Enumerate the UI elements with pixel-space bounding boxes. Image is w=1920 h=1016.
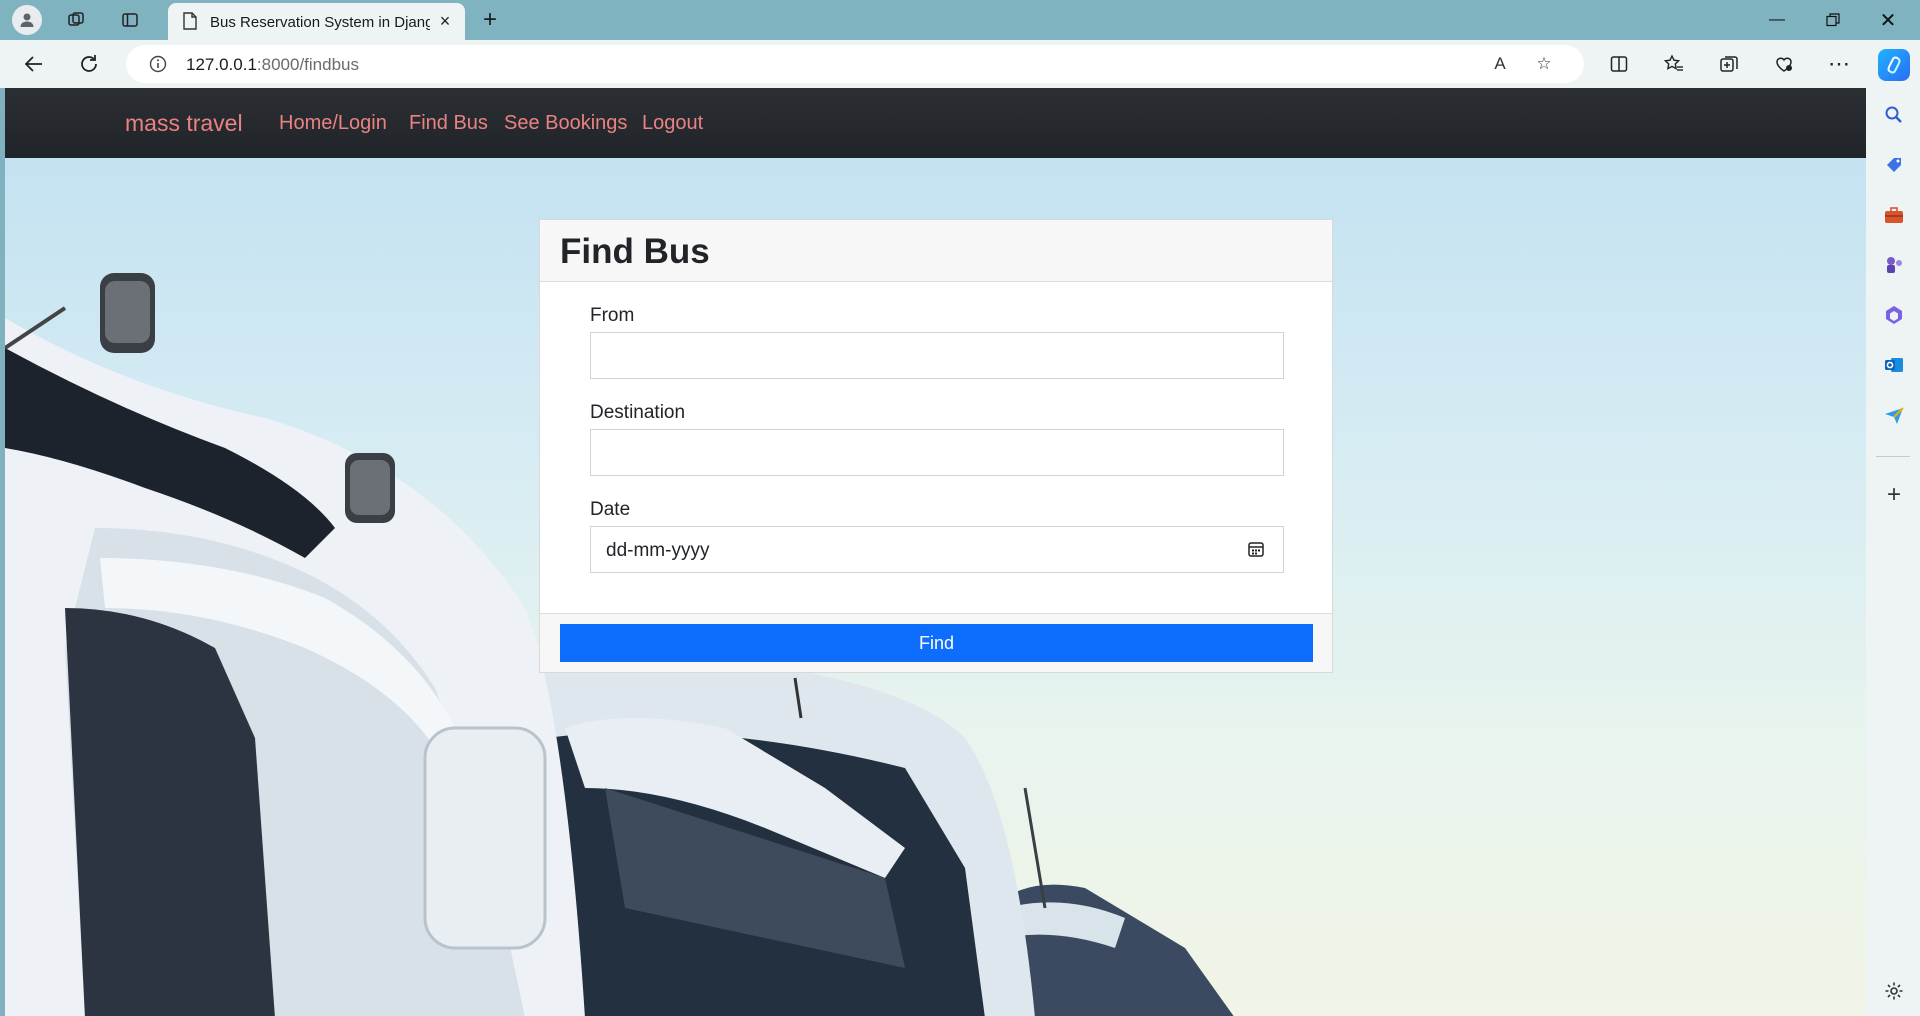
page-title: Find Bus [560,232,710,271]
browser-toolbar: 127.0.0.1:8000/findbus A ☆ ⋯ [0,40,1920,88]
browser-title-bar: Bus Reservation System in Djang × + — ✕ [0,0,1920,40]
site-navbar: mass travel Home/Login Find Bus See Book… [5,88,1866,158]
tab-title: Bus Reservation System in Djang [210,14,430,31]
outlook-icon[interactable] [1881,352,1907,378]
shopping-tag-icon[interactable] [1881,152,1907,178]
minimize-icon[interactable]: — [1762,8,1792,32]
refresh-icon[interactable] [75,50,103,78]
workspaces-icon[interactable] [64,8,88,32]
restore-icon[interactable] [1818,8,1848,32]
calendar-icon[interactable] [1247,540,1265,558]
edge-sidebar: + [1866,49,1920,1016]
tools-icon[interactable] [1881,202,1907,228]
date-input[interactable]: dd-mm-yyyy [590,526,1284,573]
address-bar[interactable]: 127.0.0.1:8000/findbus A ☆ [126,45,1584,83]
destination-input[interactable] [590,429,1284,476]
card-header: Find Bus [540,220,1332,282]
nav-link-logout[interactable]: Logout [642,112,703,135]
copilot-icon[interactable] [1878,49,1910,81]
split-screen-icon[interactable] [1605,50,1633,78]
tab-actions-icon[interactable] [118,8,142,32]
close-tab-icon[interactable]: × [435,11,455,31]
find-bus-card: Find Bus From Destination Date dd-mm-yyy… [539,219,1333,673]
back-icon[interactable] [20,50,48,78]
site-info-icon[interactable] [146,53,170,75]
nav-link-see-bookings[interactable]: See Bookings [504,112,627,135]
url-path: :8000/findbus [256,55,359,74]
close-window-icon[interactable]: ✕ [1873,8,1903,32]
browser-tab-active[interactable]: Bus Reservation System in Djang × [168,3,465,40]
profile-icon[interactable] [12,5,42,35]
games-icon[interactable] [1881,252,1907,278]
page-viewport: mass travel Home/Login Find Bus See Book… [5,88,1866,1016]
nav-link-find-bus[interactable]: Find Bus [409,112,488,135]
new-tab-icon[interactable]: + [478,6,502,33]
favorites-icon[interactable] [1660,50,1688,78]
find-button[interactable]: Find [560,624,1313,662]
nav-link-home-login[interactable]: Home/Login [279,112,387,135]
page-icon [182,12,198,35]
date-label: Date [590,499,631,520]
send-icon[interactable] [1881,402,1907,428]
destination-label: Destination [590,402,686,423]
search-icon[interactable] [1881,102,1907,128]
sidebar-settings-gear-icon[interactable] [1881,978,1907,1004]
add-sidebar-app-icon[interactable]: + [1881,481,1907,508]
collections-icon[interactable] [1715,50,1743,78]
read-aloud-icon[interactable]: A [1488,53,1512,75]
from-input[interactable] [590,332,1284,379]
favorite-star-icon[interactable]: ☆ [1532,53,1556,75]
url-host: 127.0.0.1 [186,55,257,74]
sidebar-divider [1876,456,1910,457]
url-text[interactable]: 127.0.0.1:8000/findbus [186,55,359,75]
from-label: From [590,305,635,326]
date-placeholder: dd-mm-yyyy [606,540,710,561]
brand-logo[interactable]: mass travel [125,110,243,137]
microsoft-365-icon[interactable] [1881,302,1907,328]
card-footer: Find [540,613,1332,672]
browser-essentials-icon[interactable] [1770,50,1798,78]
more-options-icon[interactable]: ⋯ [1825,50,1853,78]
